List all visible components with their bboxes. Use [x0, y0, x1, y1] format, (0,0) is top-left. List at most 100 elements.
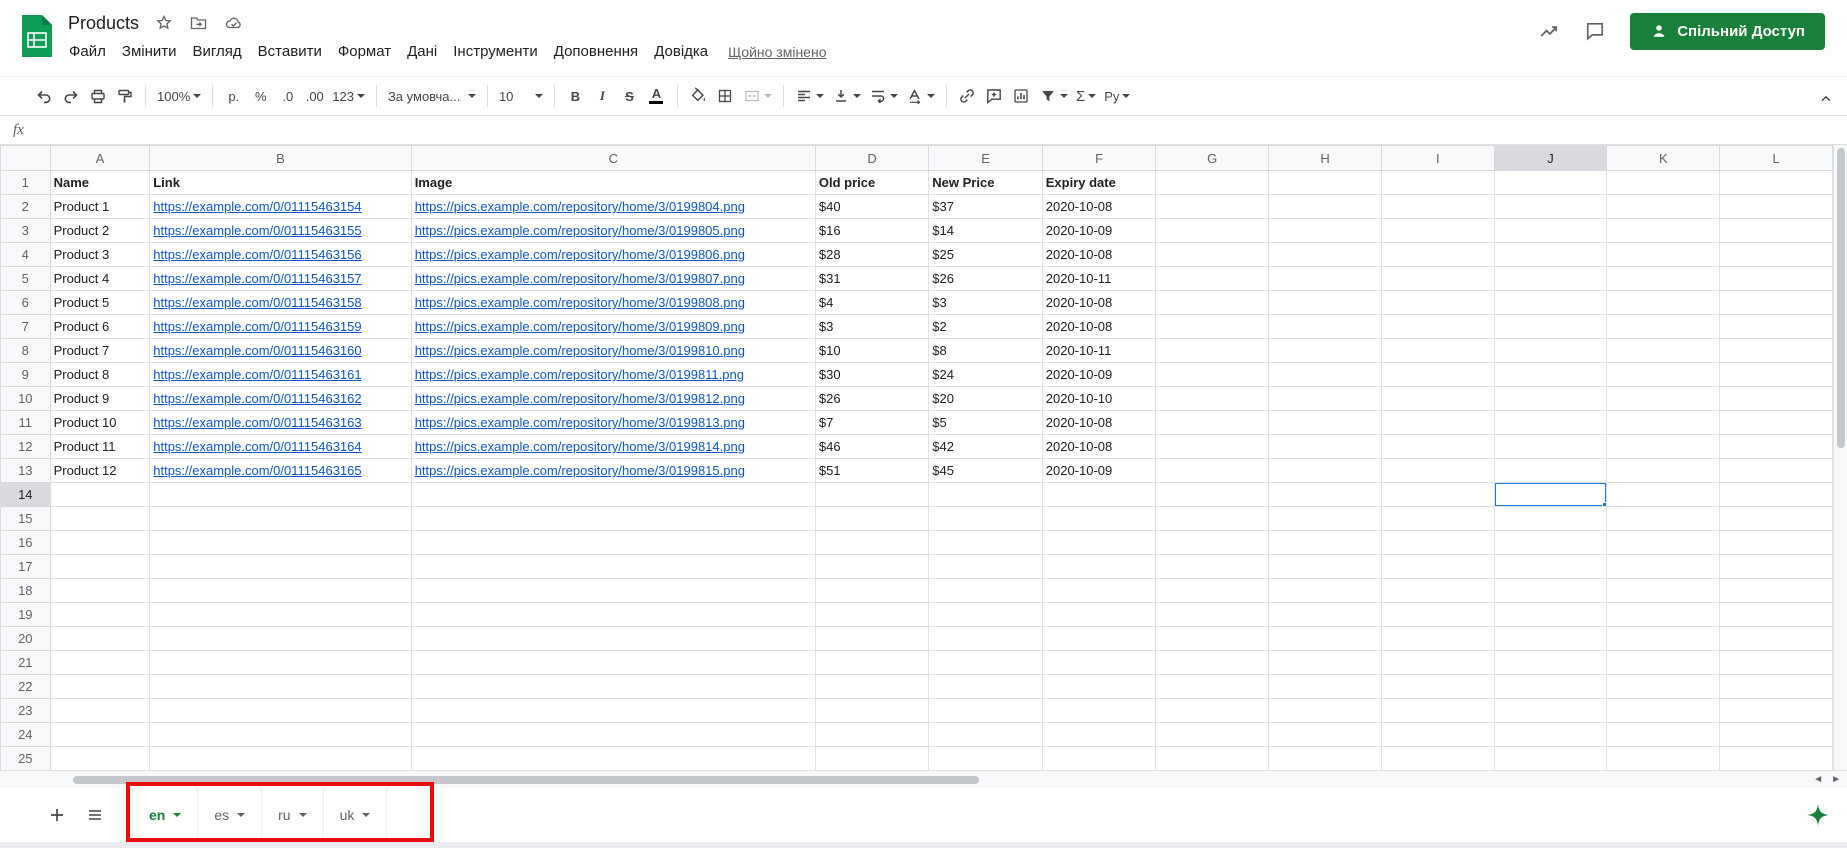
- share-button[interactable]: Спільний Доступ: [1630, 12, 1825, 50]
- cell-K8[interactable]: [1606, 338, 1721, 363]
- activity-trend-icon[interactable]: [1538, 21, 1560, 41]
- cell-E7[interactable]: $2: [928, 314, 1043, 339]
- format-percent-button[interactable]: %: [247, 82, 274, 110]
- row-header-18[interactable]: 18: [0, 578, 51, 603]
- cell-H19[interactable]: [1268, 602, 1382, 627]
- cell-F2[interactable]: 2020-10-08: [1041, 194, 1157, 219]
- cell-L21[interactable]: [1719, 650, 1833, 675]
- cell-C2[interactable]: https://pics.example.com/repository/home…: [410, 194, 816, 219]
- font-size-select[interactable]: 10: [495, 82, 547, 110]
- font-family-select[interactable]: За умовча...: [384, 82, 480, 110]
- row-header-20[interactable]: 20: [0, 626, 51, 651]
- cell-J6[interactable]: [1493, 290, 1608, 315]
- cell-F5[interactable]: 2020-10-11: [1041, 266, 1157, 291]
- cell-C8[interactable]: https://pics.example.com/repository/home…: [410, 338, 816, 363]
- cell-F13[interactable]: 2020-10-09: [1041, 458, 1157, 483]
- menu-Формат[interactable]: Формат: [330, 40, 399, 63]
- cell-L25[interactable]: [1719, 746, 1833, 770]
- cell-E21[interactable]: [928, 650, 1043, 675]
- cell-K12[interactable]: [1606, 434, 1721, 459]
- cell-G13[interactable]: [1155, 458, 1270, 483]
- cell-J4[interactable]: [1493, 242, 1608, 267]
- row-header-4[interactable]: 4: [0, 242, 51, 267]
- cell-F8[interactable]: 2020-10-11: [1041, 338, 1157, 363]
- cell-K18[interactable]: [1606, 578, 1721, 603]
- cell-L17[interactable]: [1719, 554, 1833, 579]
- cell-L4[interactable]: [1719, 242, 1833, 267]
- cell-E14[interactable]: [928, 482, 1043, 507]
- cell-D22[interactable]: [814, 674, 930, 699]
- cell-H20[interactable]: [1268, 626, 1382, 651]
- cell-J15[interactable]: [1493, 506, 1608, 531]
- cell-E20[interactable]: [928, 626, 1043, 651]
- cell-E19[interactable]: [928, 602, 1043, 627]
- menu-Вставити[interactable]: Вставити: [250, 40, 330, 63]
- cell-H2[interactable]: [1268, 194, 1382, 219]
- cell-J16[interactable]: [1493, 530, 1608, 555]
- row-header-15[interactable]: 15: [0, 506, 51, 531]
- cell-A20[interactable]: [49, 626, 151, 651]
- move-folder-icon[interactable]: [189, 14, 208, 32]
- cell-J23[interactable]: [1493, 698, 1608, 723]
- column-header-I[interactable]: I: [1380, 145, 1495, 171]
- cell-J8[interactable]: [1493, 338, 1608, 363]
- menu-Дані[interactable]: Дані: [399, 40, 445, 63]
- column-header-L[interactable]: L: [1719, 145, 1833, 171]
- cell-K4[interactable]: [1606, 242, 1721, 267]
- cell-A4[interactable]: Product 3: [49, 242, 151, 267]
- cell-G23[interactable]: [1155, 698, 1270, 723]
- cell-C1[interactable]: Image: [410, 170, 816, 195]
- cell-B14[interactable]: [149, 482, 412, 507]
- last-edited-link[interactable]: Щойно змінено: [728, 44, 826, 60]
- cell-C17[interactable]: [410, 554, 816, 579]
- row-header-8[interactable]: 8: [0, 338, 51, 363]
- cell-D14[interactable]: [814, 482, 930, 507]
- cell-I13[interactable]: [1380, 458, 1495, 483]
- create-filter-button[interactable]: [1035, 82, 1072, 110]
- cell-E22[interactable]: [928, 674, 1043, 699]
- cell-E10[interactable]: $20: [928, 386, 1043, 411]
- menu-Інструменти[interactable]: Інструменти: [445, 40, 546, 63]
- cell-C16[interactable]: [410, 530, 816, 555]
- cell-F21[interactable]: [1041, 650, 1157, 675]
- horizontal-align-button[interactable]: [791, 82, 828, 110]
- sheet-tab-en[interactable]: en: [132, 788, 199, 842]
- cell-A9[interactable]: Product 8: [49, 362, 151, 387]
- row-header-10[interactable]: 10: [0, 386, 51, 411]
- cell-D13[interactable]: $51: [814, 458, 930, 483]
- cell-A12[interactable]: Product 11: [49, 434, 151, 459]
- cell-J10[interactable]: [1493, 386, 1608, 411]
- text-wrap-button[interactable]: [865, 82, 902, 110]
- cell-B24[interactable]: [149, 722, 412, 747]
- cell-D8[interactable]: $10: [814, 338, 930, 363]
- cloud-saved-icon[interactable]: [224, 14, 244, 32]
- cell-L5[interactable]: [1719, 266, 1833, 291]
- cell-H13[interactable]: [1268, 458, 1382, 483]
- cell-B15[interactable]: [149, 506, 412, 531]
- cell-H7[interactable]: [1268, 314, 1382, 339]
- cell-A18[interactable]: [49, 578, 151, 603]
- italic-button[interactable]: I: [589, 82, 616, 110]
- cell-L20[interactable]: [1719, 626, 1833, 651]
- column-header-B[interactable]: B: [149, 145, 412, 171]
- cell-I5[interactable]: [1380, 266, 1495, 291]
- cell-C11[interactable]: https://pics.example.com/repository/home…: [410, 410, 816, 435]
- fill-color-button[interactable]: [685, 82, 712, 110]
- row-header-13[interactable]: 13: [0, 458, 51, 483]
- redo-button[interactable]: [57, 82, 84, 110]
- cell-L3[interactable]: [1719, 218, 1833, 243]
- row-header-14[interactable]: 14: [0, 482, 51, 507]
- cell-B20[interactable]: [149, 626, 412, 651]
- cell-I24[interactable]: [1380, 722, 1495, 747]
- cell-J24[interactable]: [1493, 722, 1608, 747]
- cell-A10[interactable]: Product 9: [49, 386, 151, 411]
- cell-G12[interactable]: [1155, 434, 1270, 459]
- cell-L10[interactable]: [1719, 386, 1833, 411]
- cell-F7[interactable]: 2020-10-08: [1041, 314, 1157, 339]
- cell-C14[interactable]: [410, 482, 816, 507]
- text-color-button[interactable]: A: [643, 82, 670, 110]
- cell-H4[interactable]: [1268, 242, 1382, 267]
- insert-link-button[interactable]: [954, 82, 981, 110]
- cell-L9[interactable]: [1719, 362, 1833, 387]
- cell-L22[interactable]: [1719, 674, 1833, 699]
